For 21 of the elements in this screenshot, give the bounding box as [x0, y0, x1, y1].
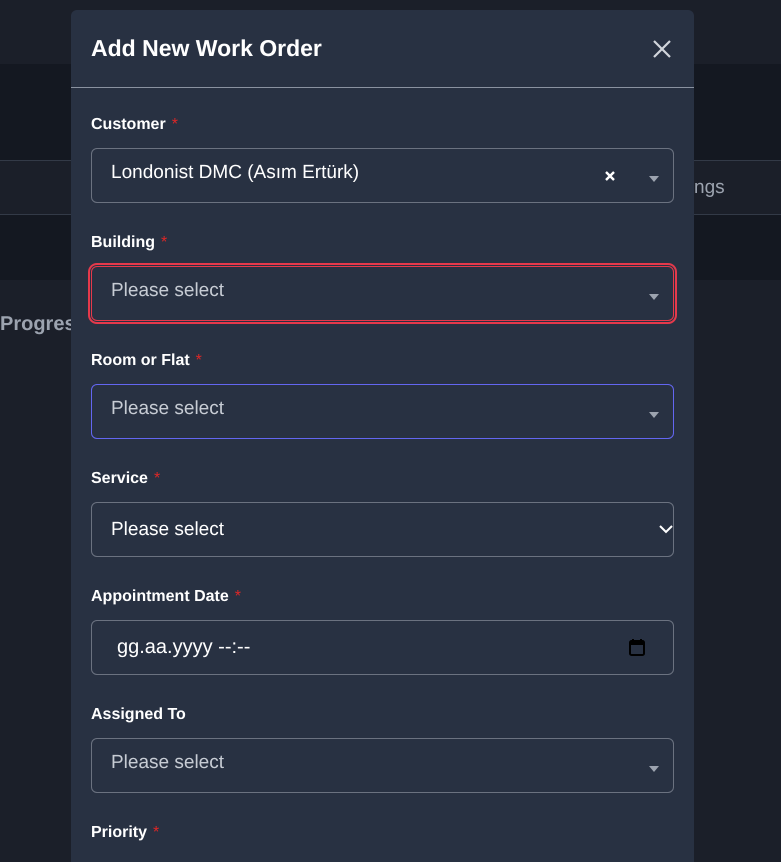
- caret-icon: [649, 412, 659, 418]
- modal-title: Add New Work Order: [91, 35, 322, 62]
- field-label: Assigned To: [91, 706, 187, 724]
- select-field[interactable]: Please select: [91, 266, 674, 321]
- chevron-down-icon: [659, 525, 673, 534]
- select-field[interactable]: Londonist DMC (Asım Ertürk): [91, 148, 674, 203]
- clear-icon[interactable]: [605, 170, 615, 180]
- field-label: Building *: [91, 234, 168, 252]
- caret-icon: [649, 294, 659, 300]
- date-field[interactable]: gg.aa.yyyy --:--: [91, 620, 674, 675]
- select-field[interactable]: Please select: [91, 738, 674, 793]
- caret-icon: [649, 176, 659, 182]
- select-field[interactable]: Please select: [91, 502, 674, 557]
- caret-icon: [649, 766, 659, 772]
- tab-label[interactable]: ngs: [694, 176, 725, 198]
- field-label: Appointment Date *: [91, 588, 242, 606]
- field-label: Customer *: [91, 116, 179, 134]
- field-label: Service *: [91, 470, 162, 488]
- field-label: Priority *: [91, 824, 160, 842]
- select-field[interactable]: Please select: [91, 384, 674, 439]
- field-label: Room or Flat *: [91, 352, 203, 370]
